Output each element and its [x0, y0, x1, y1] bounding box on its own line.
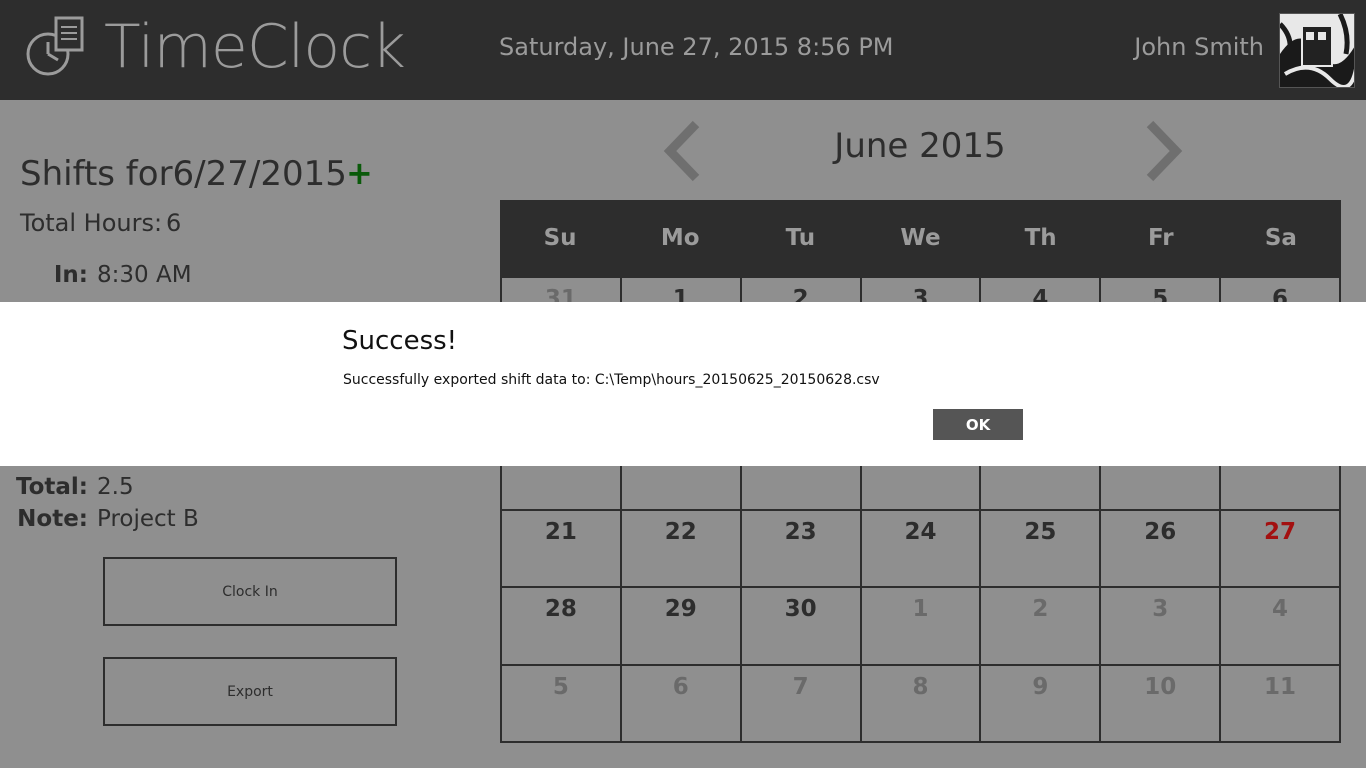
- weekday-label: Fr: [1147, 225, 1174, 251]
- avatar[interactable]: [1279, 13, 1355, 88]
- calendar-day[interactable]: 8: [861, 663, 982, 741]
- month-title: June 2015: [834, 126, 1006, 166]
- clock-logo-icon: [26, 16, 84, 76]
- calendar-day[interactable]: 9: [981, 663, 1102, 741]
- clock-in-label: In:: [53, 262, 88, 288]
- calendar-day[interactable]: 28: [502, 586, 622, 664]
- calendar-day[interactable]: 3: [1101, 586, 1222, 664]
- calendar-day[interactable]: 6: [621, 663, 742, 741]
- ok-button[interactable]: OK: [933, 409, 1023, 440]
- calendar-day[interactable]: 4: [1221, 586, 1341, 664]
- dialog-message: Successfully exported shift data to: C:\…: [343, 372, 880, 388]
- clock-in-value: 8:30 AM: [97, 262, 192, 288]
- calendar-day-today[interactable]: 27: [1221, 508, 1341, 586]
- calendar-day[interactable]: 29: [621, 586, 742, 664]
- success-dialog: Success! Successfully exported shift dat…: [0, 302, 1366, 466]
- clock-in-button[interactable]: Clock In: [103, 557, 397, 626]
- app-title: TimeClock: [104, 12, 406, 82]
- weekday-label: We: [900, 225, 941, 251]
- app-header: TimeClock Saturday, June 27, 2015 8:56 P…: [0, 0, 1366, 100]
- calendar-day[interactable]: 7: [741, 663, 862, 741]
- total-hours-value: 6: [166, 209, 182, 237]
- weekday-label: Sa: [1264, 225, 1297, 251]
- weekday-label: Su: [543, 225, 577, 251]
- calendar-day[interactable]: 2: [981, 586, 1102, 664]
- weekday-label: Mo: [660, 225, 700, 251]
- weekday-label: Tu: [785, 225, 816, 251]
- weekday-header: Su Mo Tu We Th Fr Sa: [500, 200, 1341, 276]
- calendar-day[interactable]: 10: [1101, 663, 1222, 741]
- shift-total-value: 2.5: [97, 474, 134, 500]
- calendar-day[interactable]: 21: [502, 508, 622, 586]
- calendar-day[interactable]: 30: [741, 586, 862, 664]
- calendar-day[interactable]: 1: [861, 586, 982, 664]
- next-month-icon[interactable]: [1138, 118, 1188, 184]
- calendar-day[interactable]: 26: [1101, 508, 1222, 586]
- avatar-image: [1280, 14, 1354, 87]
- calendar-day[interactable]: 23: [741, 508, 862, 586]
- current-datetime: Saturday, June 27, 2015 8:56 PM: [499, 33, 894, 61]
- export-button[interactable]: Export: [103, 657, 397, 726]
- total-hours-label: Total Hours:: [20, 209, 163, 237]
- shift-total-label: Total:: [15, 474, 88, 500]
- weekday-label: Th: [1024, 225, 1057, 251]
- calendar-day[interactable]: 5: [502, 663, 622, 741]
- calendar-day[interactable]: 22: [621, 508, 742, 586]
- calendar-day[interactable]: 11: [1221, 663, 1341, 741]
- dialog-title: Success!: [342, 326, 458, 356]
- shifts-title: Shifts for6/27/2015: [20, 154, 347, 194]
- user-name[interactable]: John Smith: [1134, 33, 1264, 61]
- add-shift-icon[interactable]: +: [346, 154, 373, 192]
- shift-note-value: Project B: [97, 506, 199, 532]
- calendar-day[interactable]: 25: [981, 508, 1102, 586]
- calendar-day[interactable]: 24: [861, 508, 982, 586]
- previous-month-icon[interactable]: [658, 118, 708, 184]
- shift-note-label: Note:: [17, 506, 88, 532]
